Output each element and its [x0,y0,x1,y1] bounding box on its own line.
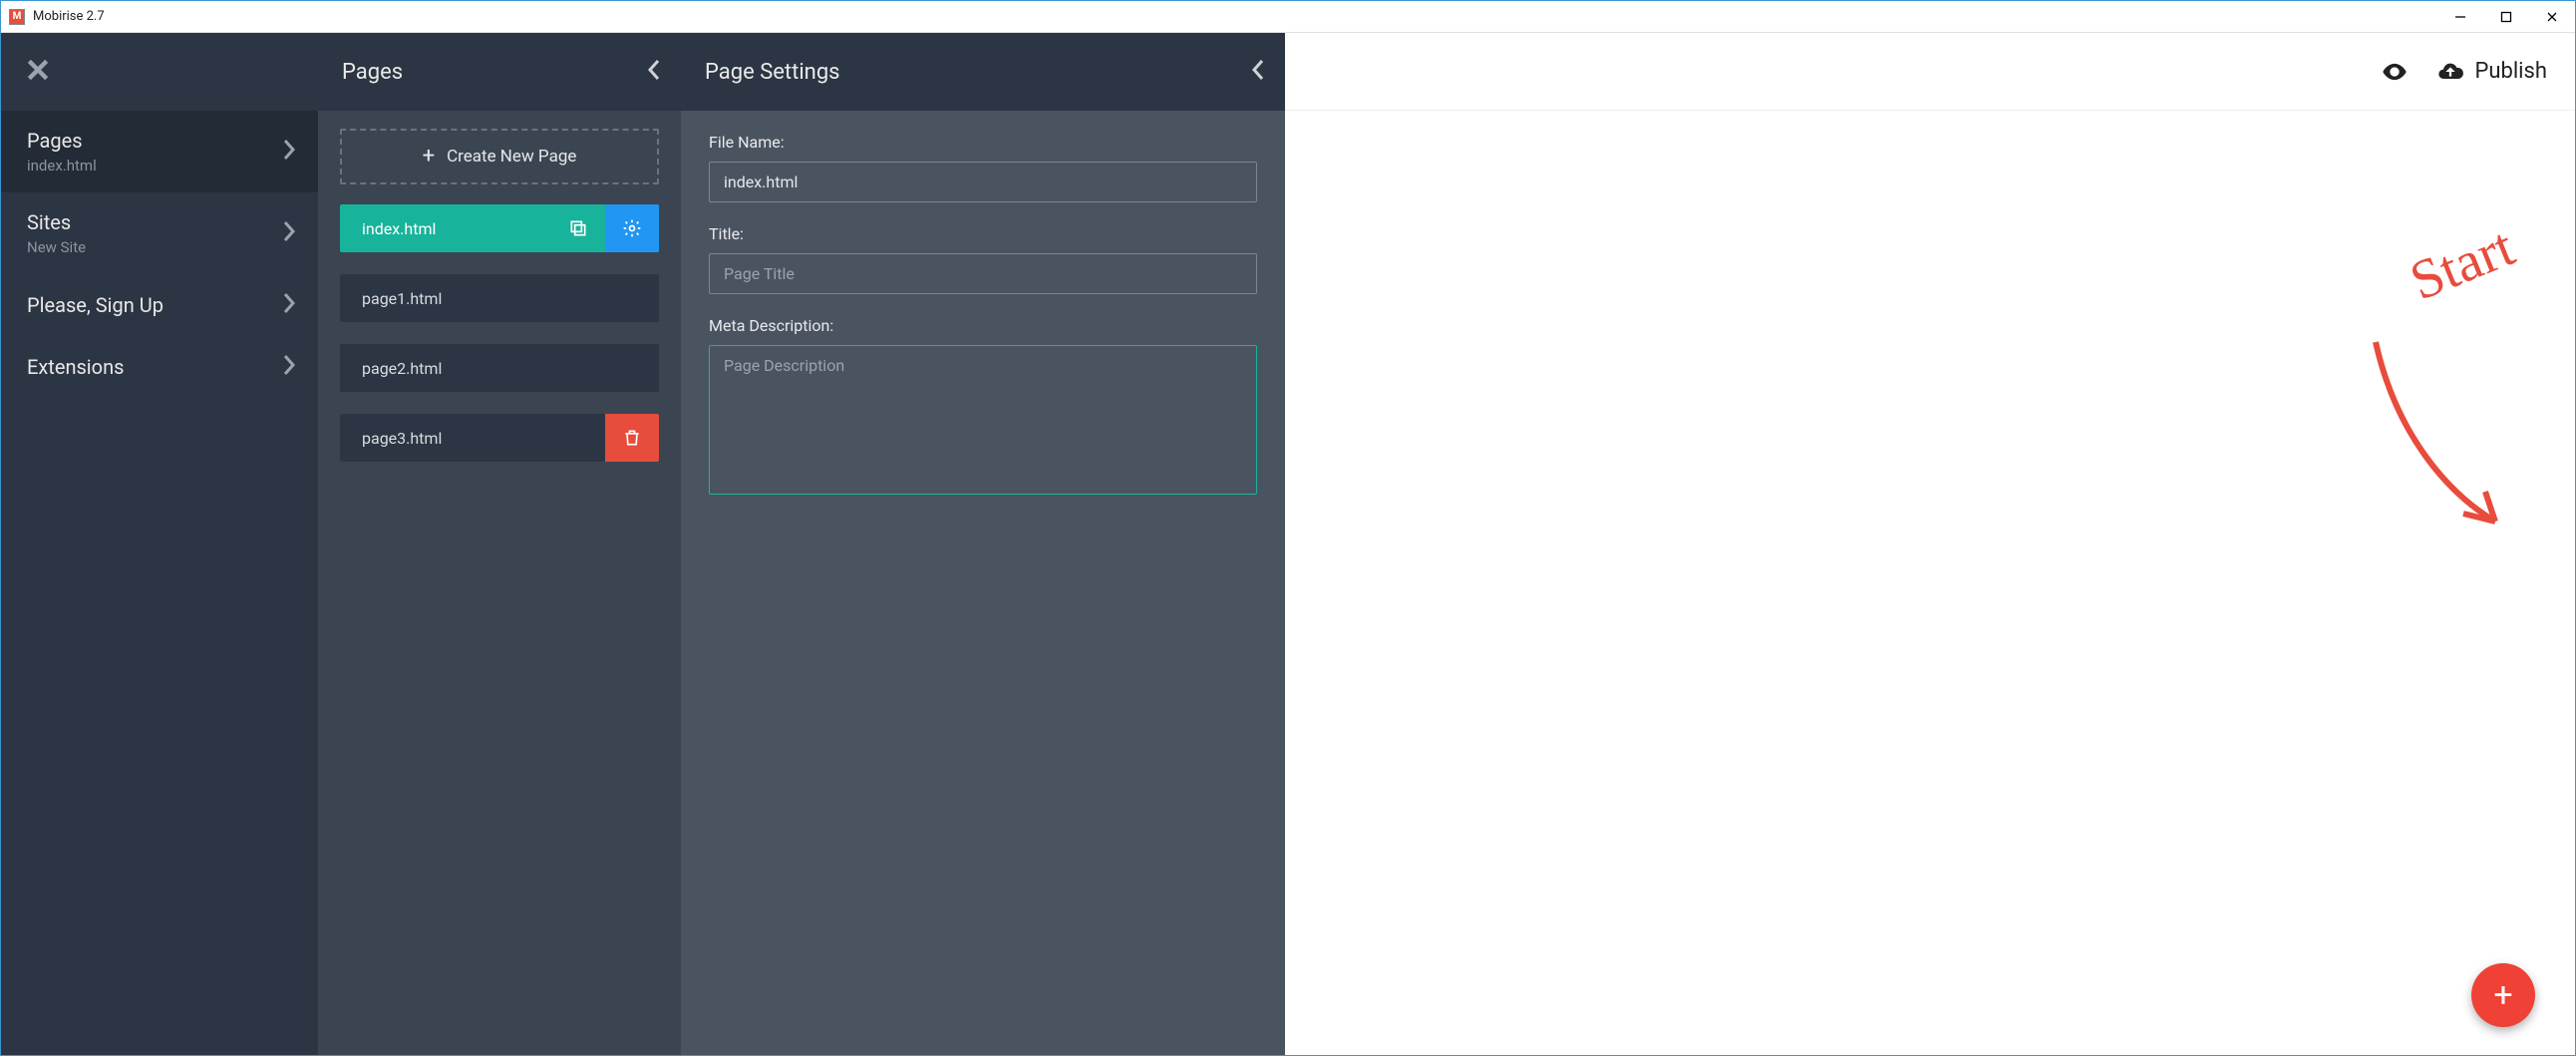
canvas-topbar: Publish [1285,33,2575,111]
sidebar-item-title: Please, Sign Up [27,293,282,317]
editor-canvas: Publish Start + [1285,33,2575,1055]
start-annotation-text: Start [2402,215,2523,314]
window-titlebar: M Mobirise 2.7 [1,1,2575,33]
app-title: Mobirise 2.7 [33,9,105,24]
preview-button[interactable] [2381,58,2409,86]
settings-panel-title: Page Settings [705,60,1251,85]
page-row-label: page2.html [340,359,659,378]
chevron-right-icon [282,220,296,246]
page-settings-button[interactable] [605,204,659,252]
create-new-page-button[interactable]: + Create New Page [340,129,659,184]
sidebar-item-title: Sites [27,210,282,234]
publish-label: Publish [2474,59,2547,84]
filename-input[interactable] [709,162,1257,202]
window-maximize-button[interactable] [2483,1,2529,33]
page-row[interactable]: page1.html [340,274,659,322]
filename-label: File Name: [709,133,1257,152]
add-block-fab[interactable]: + [2471,963,2535,1027]
meta-description-input[interactable] [709,345,1257,495]
chevron-right-icon [282,292,296,318]
publish-button[interactable]: Publish [2436,58,2547,86]
main-sidebar: Pages index.html Sites New Site Plea [1,33,318,1055]
pages-panel-back-button[interactable] [647,59,661,85]
sidebar-item-extensions[interactable]: Extensions [1,336,318,398]
sidebar-item-title: Extensions [27,355,282,379]
page-copy-button[interactable] [551,204,605,252]
page-row[interactable]: page3.html [340,414,659,462]
sidebar-item-title: Pages [27,129,282,153]
title-input[interactable] [709,253,1257,294]
app-icon: M [9,9,25,25]
sidebar-item-sites[interactable]: Sites New Site [1,192,318,274]
page-row-label: page3.html [340,429,605,448]
page-delete-button[interactable] [605,414,659,462]
create-new-page-label: Create New Page [447,147,576,167]
close-sidebar-button[interactable] [25,57,51,87]
sidebar-item-pages[interactable]: Pages index.html [1,111,318,192]
start-annotation: Start [2336,192,2535,531]
title-label: Title: [709,224,1257,243]
page-row-index[interactable]: index.html [340,204,659,252]
plus-icon: + [2493,975,2512,1015]
chevron-right-icon [282,354,296,380]
plus-icon: + [423,146,435,168]
page-row[interactable]: page2.html [340,344,659,392]
sidebar-item-subtitle: New Site [27,238,282,256]
page-row-label: index.html [340,219,551,238]
page-row-label: page1.html [340,289,659,308]
page-settings-panel: Page Settings File Name: Title: Meta Des… [681,33,1285,1055]
meta-label: Meta Description: [709,316,1257,335]
sidebar-item-signup[interactable]: Please, Sign Up [1,274,318,336]
chevron-right-icon [282,139,296,165]
sidebar-item-subtitle: index.html [27,157,282,175]
window-minimize-button[interactable] [2437,1,2483,33]
pages-panel: Pages + Create New Page index.html [318,33,681,1055]
window-close-button[interactable] [2529,1,2575,33]
settings-panel-back-button[interactable] [1251,59,1265,85]
pages-panel-title: Pages [342,60,647,85]
